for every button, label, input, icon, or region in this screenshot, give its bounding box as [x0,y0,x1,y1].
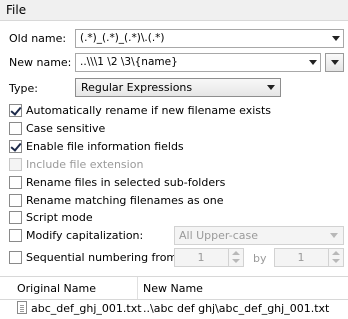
chevron-down-icon [331,60,339,65]
new-name-value[interactable]: ..\\\1 \2 \3\{name} [80,56,304,68]
type-select[interactable]: Regular Expressions [75,78,281,97]
include-extension-checkbox [9,158,22,171]
stepper-buttons [228,249,243,266]
numbering-from-value: 1 [197,251,205,264]
numbering-by-value: 1 [297,251,305,264]
include-extension-label: Include file extension [26,158,144,171]
column-new-name[interactable]: New Name [143,282,203,295]
arrow-down-icon [332,259,340,263]
new-name-menu-button[interactable] [325,53,344,72]
file-info-fields-label: Enable file information fields [26,140,184,153]
new-name-cell: ..\abc def ghj\abc_def_ghj_001.txt [143,302,330,315]
file-icon [17,301,27,314]
table-row[interactable]: abc_def_ghj_001.txt ..\abc def ghj\abc_d… [0,298,348,319]
type-value: Regular Expressions [81,81,193,94]
numbering-by-stepper: 1 [274,248,344,267]
arrow-up-icon [232,251,240,255]
chevron-down-icon[interactable] [309,60,317,65]
auto-rename-checkbox[interactable] [9,104,22,117]
capitalization-value: All Upper-case [179,229,258,242]
numbering-from-stepper: 1 [174,248,244,267]
case-sensitive-label: Case sensitive [26,122,106,135]
capitalization-select: All Upper-case [174,226,344,245]
numbering-label: Sequential numbering from [26,251,178,264]
old-name-combo[interactable]: (.*)_(.*)_(.*)\.(.*) [75,29,344,48]
arrow-down-icon [232,259,240,263]
file-info-fields-checkbox[interactable] [9,140,22,153]
capitalization-label: Modify capitalization: [26,229,144,242]
chevron-down-icon [330,233,338,238]
auto-rename-label: Automatically rename if new filename exi… [26,104,272,117]
old-name-value[interactable]: (.*)_(.*)_(.*)\.(.*) [80,32,327,44]
menu-file[interactable]: File [6,3,26,17]
new-name-label: New name: [9,56,72,69]
chevron-down-icon[interactable] [332,36,340,41]
menu-bar: File [0,0,348,21]
new-name-combo[interactable]: ..\\\1 \2 \3\{name} [75,53,321,72]
sub-folders-label: Rename files in selected sub-folders [26,176,226,189]
column-original-name[interactable]: Original Name [17,282,96,295]
old-name-label: Old name: [9,32,67,45]
sub-folders-checkbox[interactable] [9,176,22,189]
arrow-up-icon [332,251,340,255]
chevron-down-icon [267,85,275,90]
rename-as-one-checkbox[interactable] [9,194,22,207]
column-divider[interactable] [137,277,138,299]
capitalization-checkbox[interactable] [9,229,22,242]
type-label: Type: [9,82,38,95]
rename-as-one-label: Rename matching filenames as one [26,194,224,207]
case-sensitive-checkbox[interactable] [9,122,22,135]
stepper-buttons [328,249,343,266]
table-header: Original Name New Name [0,276,348,300]
original-name-cell: abc_def_ghj_001.txt [31,302,142,315]
numbering-by-label: by [253,252,267,265]
script-mode-label: Script mode [26,211,93,224]
numbering-checkbox[interactable] [9,251,22,264]
script-mode-checkbox[interactable] [9,211,22,224]
